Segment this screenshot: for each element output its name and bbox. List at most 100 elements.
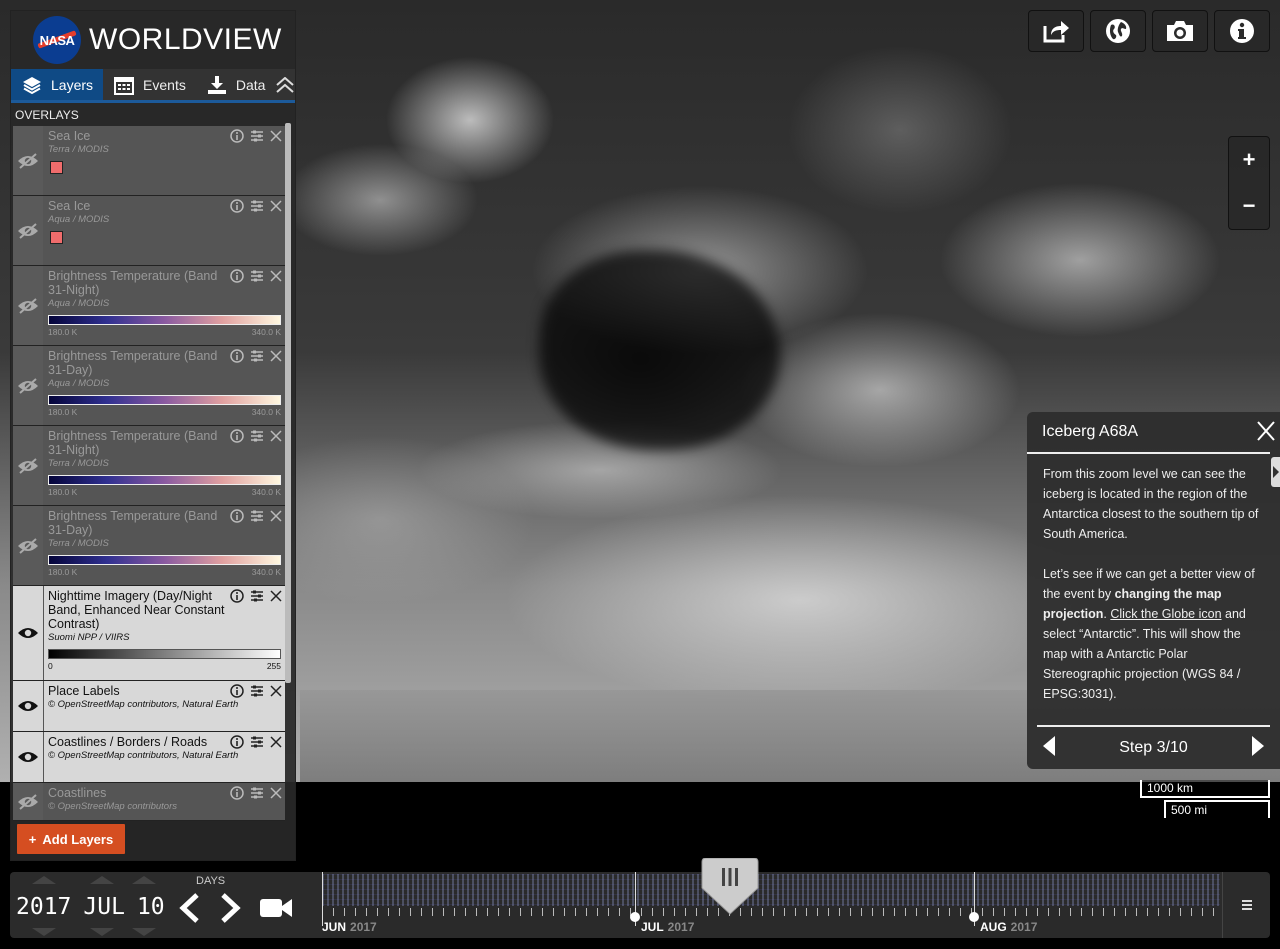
info-circle-icon — [230, 735, 244, 749]
visibility-toggle[interactable] — [13, 586, 44, 680]
layer-remove-button[interactable] — [270, 510, 282, 522]
layer-item[interactable]: Coastlines © OpenStreetMap contributors — [13, 783, 285, 821]
share-button[interactable] — [1028, 10, 1084, 52]
prev-day-button[interactable] — [174, 892, 204, 924]
day-input[interactable]: 10 — [137, 894, 165, 920]
layer-options-button[interactable] — [250, 199, 264, 213]
layer-item[interactable]: Brightness Temperature (Band 31-Day) Aqua… — [13, 346, 285, 426]
zoom-out-button[interactable]: − — [1229, 183, 1269, 229]
layer-remove-button[interactable] — [270, 430, 282, 442]
timeline: 2017 JUL 10 DAYS JUN 2017 JUL 2017 AUG 2… — [10, 858, 1270, 938]
layer-item[interactable]: Place Labels © OpenStreetMap contributors… — [13, 681, 285, 732]
brand-header[interactable]: NASA WORLDVIEW — [11, 11, 295, 69]
layer-item[interactable]: Sea Ice Terra / MODIS — [13, 126, 285, 196]
layer-options-button[interactable] — [250, 429, 264, 443]
zoom-in-button[interactable]: + — [1229, 137, 1269, 183]
legend-colorbar[interactable] — [48, 649, 281, 659]
layer-details: Sea Ice Aqua / MODIS — [44, 196, 285, 265]
timeline-axis[interactable]: JUN 2017 JUL 2017 AUG 2017 — [322, 872, 1220, 938]
legend-colorbar[interactable] — [48, 315, 281, 325]
legend-colorbar[interactable] — [48, 475, 281, 485]
layer-remove-button[interactable] — [270, 200, 282, 212]
next-day-button[interactable] — [216, 892, 246, 924]
day-up-arrow[interactable] — [132, 876, 156, 884]
info-button[interactable] — [1214, 10, 1270, 52]
year-down-arrow[interactable] — [32, 928, 56, 936]
legend-min: 0 — [48, 661, 53, 671]
visibility-toggle[interactable] — [13, 266, 44, 345]
layer-info-button[interactable] — [230, 509, 244, 523]
layer-options-button[interactable] — [250, 735, 264, 749]
tour-prev-button[interactable] — [1043, 735, 1055, 761]
visibility-toggle[interactable] — [13, 126, 44, 195]
projection-button[interactable] — [1090, 10, 1146, 52]
layer-item[interactable]: Sea Ice Aqua / MODIS — [13, 196, 285, 266]
tour-next-button[interactable] — [1252, 735, 1264, 761]
timeline-menu-button[interactable] — [1222, 872, 1270, 938]
layer-item[interactable]: Brightness Temperature (Band 31-Night) Te… — [13, 426, 285, 506]
year-input[interactable]: 2017 — [16, 894, 71, 920]
tour-close-button[interactable] — [1254, 418, 1278, 444]
layer-list-scrollbar[interactable] — [285, 123, 291, 683]
layer-item[interactable]: Coastlines / Borders / Roads © OpenStreet… — [13, 732, 285, 783]
layer-info-button[interactable] — [230, 786, 244, 800]
layer-item[interactable]: Brightness Temperature (Band 31-Night) Aq… — [13, 266, 285, 346]
layer-info-button[interactable] — [230, 429, 244, 443]
timeline-data-band — [322, 874, 1220, 906]
layer-options-button[interactable] — [250, 509, 264, 523]
eye-icon — [18, 457, 38, 474]
tab-events[interactable]: Events — [103, 69, 196, 100]
layer-info-button[interactable] — [230, 684, 244, 698]
layer-options-button[interactable] — [250, 786, 264, 800]
add-layers-button[interactable]: + Add Layers — [17, 824, 125, 854]
visibility-toggle[interactable] — [13, 346, 44, 425]
layer-options-button[interactable] — [250, 684, 264, 698]
year-up-arrow[interactable] — [32, 876, 56, 884]
layer-item[interactable]: Nighttime Imagery (Day/Night Band, Enhan… — [13, 586, 285, 681]
layer-options-button[interactable] — [250, 269, 264, 283]
layer-info-button[interactable] — [230, 589, 244, 603]
layer-options-button[interactable] — [250, 589, 264, 603]
day-down-arrow[interactable] — [132, 928, 156, 936]
layer-remove-button[interactable] — [270, 590, 282, 602]
layer-info-button[interactable] — [230, 199, 244, 213]
snapshot-button[interactable] — [1152, 10, 1208, 52]
layer-tools — [230, 349, 282, 363]
layer-remove-button[interactable] — [270, 130, 282, 142]
collapse-sidebar-button[interactable] — [275, 69, 295, 100]
legend-colorbar[interactable] — [48, 395, 281, 405]
visibility-toggle[interactable] — [13, 506, 44, 585]
tour-globe-link[interactable]: Click the Globe icon — [1110, 607, 1221, 621]
visibility-toggle[interactable] — [13, 681, 44, 731]
layer-info-button[interactable] — [230, 349, 244, 363]
layer-info-button[interactable] — [230, 269, 244, 283]
tab-layers[interactable]: Layers — [11, 69, 104, 100]
month-label-aug: AUG 2017 — [980, 920, 1037, 934]
layer-options-button[interactable] — [250, 129, 264, 143]
layer-tools — [230, 429, 282, 443]
visibility-toggle[interactable] — [13, 732, 44, 782]
visibility-toggle[interactable] — [13, 783, 44, 820]
layer-remove-button[interactable] — [270, 270, 282, 282]
animation-button[interactable] — [258, 894, 294, 922]
month-input[interactable]: JUL — [83, 894, 125, 920]
tour-expand-handle[interactable] — [1271, 457, 1280, 487]
month-down-arrow[interactable] — [90, 928, 114, 936]
timeline-date-handle[interactable] — [700, 858, 760, 916]
visibility-toggle[interactable] — [13, 426, 44, 505]
layer-options-button[interactable] — [250, 349, 264, 363]
visibility-toggle[interactable] — [13, 196, 44, 265]
layer-info-button[interactable] — [230, 735, 244, 749]
info-circle-icon — [230, 684, 244, 698]
layer-item[interactable]: Brightness Temperature (Band 31-Day) Terr… — [13, 506, 285, 586]
interval-label[interactable]: DAYS — [196, 875, 225, 887]
layer-remove-button[interactable] — [270, 787, 282, 799]
layer-remove-button[interactable] — [270, 736, 282, 748]
layer-info-button[interactable] — [230, 129, 244, 143]
layer-remove-button[interactable] — [270, 685, 282, 697]
month-up-arrow[interactable] — [90, 876, 114, 884]
layer-remove-button[interactable] — [270, 350, 282, 362]
legend-colorbar[interactable] — [48, 555, 281, 565]
chevron-right-icon — [221, 893, 241, 923]
tab-data[interactable]: Data — [196, 69, 276, 100]
